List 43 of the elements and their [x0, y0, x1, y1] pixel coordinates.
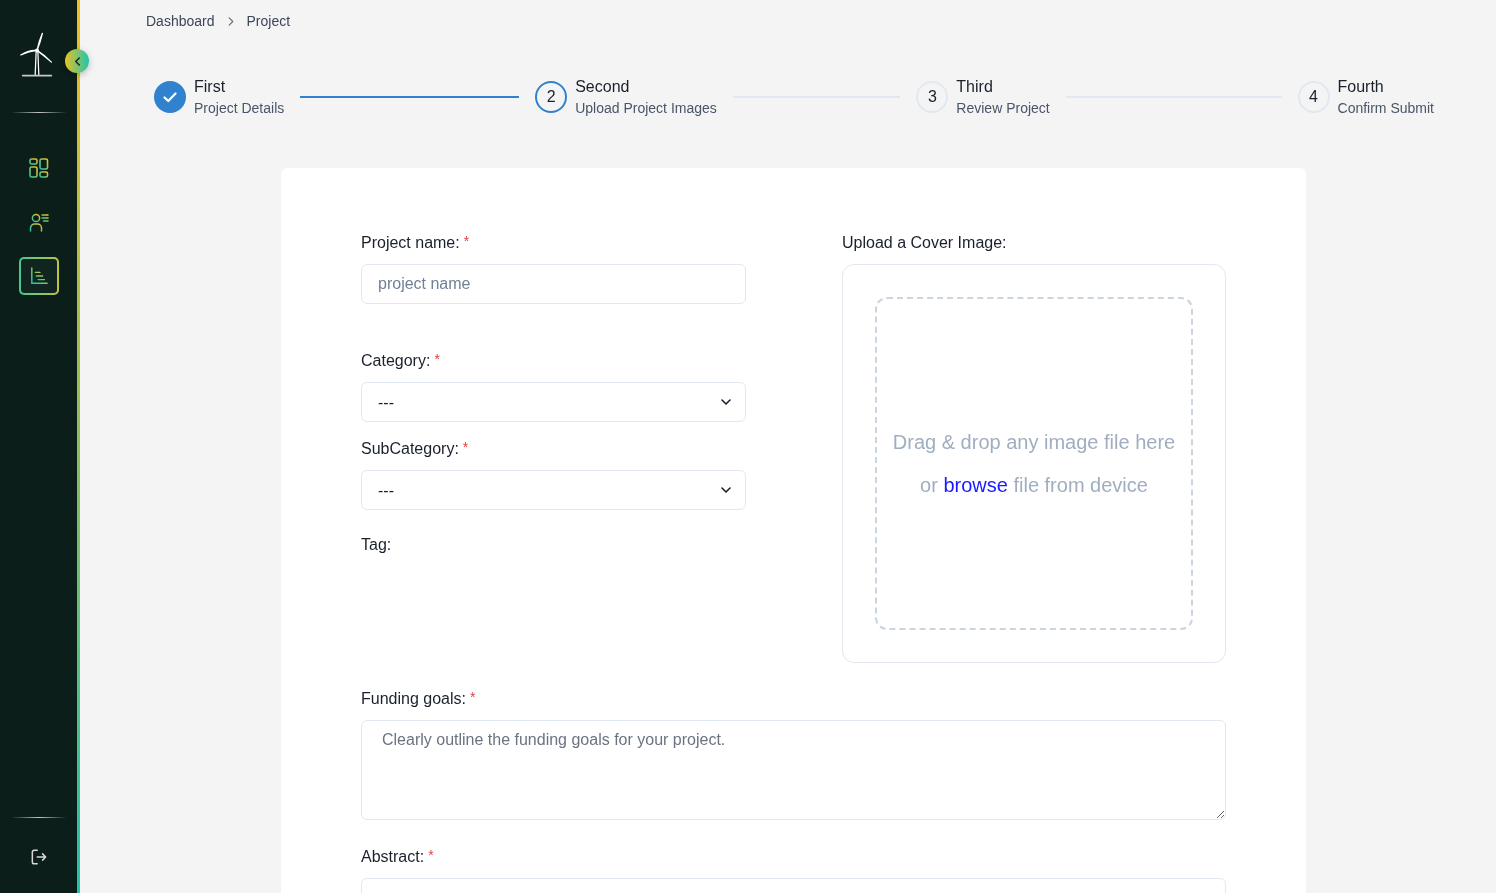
field-label: Funding goals:: [361, 689, 466, 709]
browse-hint: or browse file from device: [920, 473, 1148, 498]
grid-icon: [28, 158, 49, 178]
breadcrumb-link[interactable]: Dashboard: [146, 12, 215, 30]
step-number: 3: [916, 81, 949, 113]
textarea-field[interactable]: Clearly outline the funding goals for your project.: [361, 720, 1226, 820]
step-title: First: [194, 77, 227, 97]
chevron-left-icon: [73, 56, 81, 66]
required-mark: *: [462, 438, 469, 457]
field-label: Tag:: [361, 535, 392, 555]
drop-prompt: Drag & drop any image file here: [892, 430, 1176, 455]
step-description: Confirm Submit: [1337, 99, 1434, 118]
required-mark: *: [463, 232, 470, 251]
step-number: 2: [535, 81, 568, 113]
text-field[interactable]: project name: [361, 264, 746, 304]
chevron-down-icon: [721, 399, 731, 405]
browse-link[interactable]: browse: [943, 474, 1008, 496]
step-title: Fourth: [1337, 77, 1385, 97]
step-description: Project Details: [194, 99, 285, 118]
logout-icon: [30, 849, 47, 865]
nav-button[interactable]: [18, 257, 59, 295]
collapse-button[interactable]: [65, 49, 89, 73]
field-label: Abstract:: [361, 847, 425, 867]
step-number: 4: [1297, 81, 1330, 113]
breadcrumb-link[interactable]: Project: [246, 12, 291, 30]
required-mark: *: [428, 846, 434, 865]
field-label: Category:: [361, 351, 431, 371]
field-label: Upload a Cover Image:: [842, 233, 1007, 253]
select-field[interactable]: ---: [361, 382, 746, 422]
chart-icon: [29, 267, 48, 285]
step-description: Upload Project Images: [575, 99, 717, 118]
chevron-right-icon: [227, 16, 234, 26]
required-mark: *: [434, 350, 440, 369]
field-label: SubCategory:: [361, 439, 459, 459]
select-field[interactable]: ---: [361, 470, 746, 510]
step-description: Review Project: [956, 99, 1050, 118]
field-label: Project name:: [361, 233, 460, 253]
step-title: Third: [956, 77, 994, 97]
drop-zone[interactable]: Drag & drop any image file here or browse file from device: [875, 297, 1193, 630]
step-title: Second: [575, 77, 631, 97]
chevron-down-icon: [721, 487, 731, 493]
user-list-icon: [28, 212, 49, 232]
required-mark: *: [469, 688, 476, 707]
